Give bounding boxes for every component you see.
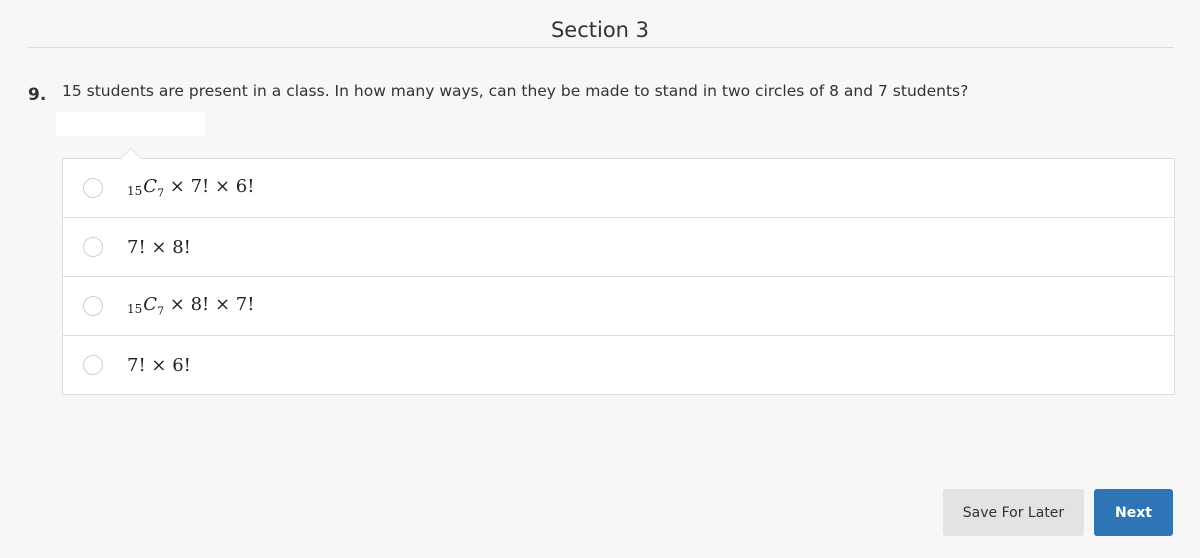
options-caret — [120, 148, 142, 159]
option-expression: 15C7 × 7! × 6! — [127, 176, 254, 200]
radio-button[interactable] — [83, 355, 103, 375]
answer-options: 15C7 × 7! × 6! 7! × 8! 15C7 × 8! × 7! 7!… — [62, 148, 1175, 395]
expr-prefix-subscript: 15 — [127, 302, 143, 317]
expr-rest: × 7! × 6! — [164, 176, 255, 198]
option-expression: 7! × 6! — [127, 355, 191, 376]
answer-option-2[interactable]: 7! × 8! — [63, 218, 1174, 277]
expr-symbol-subscript: 7 — [157, 304, 165, 318]
radio-button[interactable] — [83, 178, 103, 198]
option-expression: 7! × 8! — [127, 237, 191, 258]
section-title: Section 3 — [550, 18, 650, 42]
answer-option-1[interactable]: 15C7 × 7! × 6! — [63, 159, 1174, 218]
save-for-later-button[interactable]: Save For Later — [943, 489, 1084, 536]
radio-button[interactable] — [83, 296, 103, 316]
option-expression: 15C7 × 8! × 7! — [127, 294, 254, 318]
expr-rest: × 8! × 7! — [164, 294, 255, 316]
next-button[interactable]: Next — [1094, 489, 1173, 536]
expr-symbol: C — [143, 176, 158, 198]
radio-button[interactable] — [83, 237, 103, 257]
question-text: 15 students are present in a class. In h… — [62, 82, 969, 100]
expr-rest: 7! × 8! — [127, 236, 191, 258]
expr-symbol: C — [143, 294, 158, 316]
answer-option-4[interactable]: 7! × 6! — [63, 336, 1174, 394]
answer-option-3[interactable]: 15C7 × 8! × 7! — [63, 277, 1174, 336]
expr-rest: 7! × 6! — [127, 354, 191, 376]
question-number: 9. — [28, 85, 47, 105]
expr-prefix-subscript: 15 — [127, 184, 143, 199]
blank-placeholder-box — [56, 112, 205, 136]
header-divider — [27, 47, 1174, 48]
expr-symbol-subscript: 7 — [157, 186, 165, 200]
